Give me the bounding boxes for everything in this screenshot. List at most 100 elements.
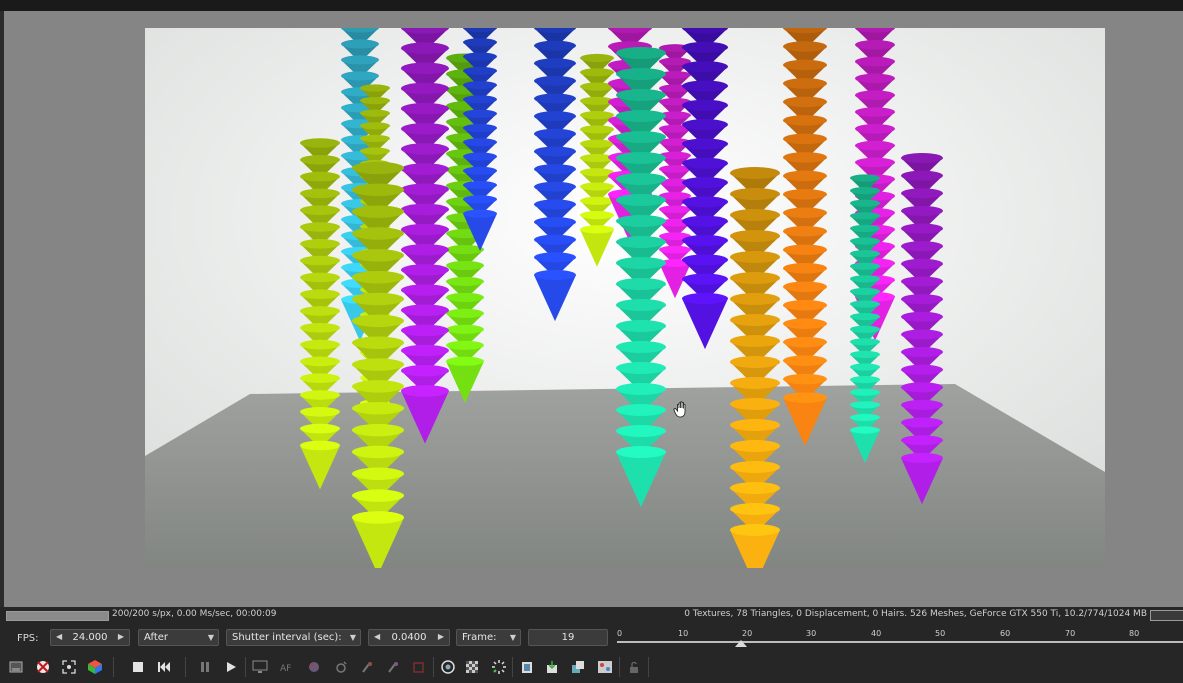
cone-rim bbox=[463, 195, 497, 204]
cone-rim bbox=[360, 134, 390, 142]
chevron-down-icon[interactable]: ▼ bbox=[510, 633, 516, 642]
cone-rim bbox=[855, 40, 895, 50]
save-image-icon[interactable] bbox=[7, 659, 25, 675]
stop-icon[interactable] bbox=[129, 659, 147, 675]
shutter-increment-icon[interactable]: ▶ bbox=[438, 632, 444, 641]
cone-rim bbox=[463, 138, 497, 147]
fps-spinbox[interactable]: ◀ 24.000 ▶ bbox=[50, 629, 130, 646]
render-scene[interactable] bbox=[145, 28, 1105, 568]
cone-rim bbox=[901, 347, 943, 358]
cone-rim bbox=[352, 336, 404, 349]
cone-rim bbox=[401, 264, 449, 276]
cone-rim bbox=[901, 452, 943, 463]
cone-rim bbox=[463, 81, 497, 90]
timeline-tick: 60 bbox=[1000, 629, 1011, 638]
cone-rim bbox=[352, 292, 404, 306]
clipboard-icon[interactable] bbox=[518, 659, 536, 675]
cone-rim bbox=[360, 109, 390, 117]
cone-rim bbox=[580, 211, 614, 220]
cone-rim bbox=[580, 53, 614, 63]
cone-rim bbox=[352, 270, 404, 284]
lock-camera-icon[interactable] bbox=[439, 659, 457, 675]
region-icon[interactable] bbox=[410, 659, 428, 675]
play-icon[interactable] bbox=[222, 659, 240, 675]
focus-picker-icon[interactable] bbox=[358, 659, 376, 675]
pause-icon[interactable] bbox=[196, 659, 214, 675]
color-wheel-icon[interactable] bbox=[305, 659, 323, 675]
cone-rim bbox=[446, 276, 484, 286]
cone-rim bbox=[901, 364, 943, 375]
timeline-tick: 50 bbox=[935, 629, 946, 638]
cone-rim bbox=[616, 173, 666, 185]
af-icon[interactable]: AF bbox=[278, 659, 296, 675]
export-icon[interactable] bbox=[543, 659, 561, 675]
cone-rim bbox=[446, 308, 484, 318]
cone-rim bbox=[783, 207, 827, 219]
timeline-slider[interactable]: 0 10 20 30 40 50 60 70 80 bbox=[617, 629, 1183, 650]
display-icon[interactable] bbox=[251, 659, 269, 675]
frame-label[interactable]: Frame: bbox=[462, 632, 497, 643]
cone-rim bbox=[300, 205, 340, 215]
cone-rim bbox=[901, 205, 943, 216]
cone-rim bbox=[901, 188, 943, 199]
cone-rim bbox=[682, 61, 728, 73]
settings-icon[interactable] bbox=[596, 659, 614, 675]
alpha-checker-icon[interactable] bbox=[463, 659, 481, 675]
title-bar bbox=[0, 0, 1183, 11]
cone-rim bbox=[300, 356, 340, 367]
cone-rim bbox=[783, 262, 827, 274]
cone-rim bbox=[341, 55, 379, 65]
cone-rim bbox=[850, 350, 880, 358]
render-progress-fill bbox=[7, 612, 108, 620]
frame-input[interactable]: 19 bbox=[528, 629, 608, 646]
cone-rim bbox=[901, 417, 943, 428]
chevron-down-icon[interactable]: ▼ bbox=[208, 633, 214, 642]
spinner-icon[interactable] bbox=[490, 659, 508, 675]
fit-view-icon[interactable] bbox=[60, 659, 78, 675]
cone-rim bbox=[855, 73, 895, 84]
render-status-text: 200/200 s/px, 0.00 Ms/sec, 00:00:09 bbox=[112, 609, 277, 619]
cone-rim bbox=[730, 377, 780, 389]
cone-rim bbox=[300, 222, 340, 232]
clear-cache-icon[interactable] bbox=[34, 659, 52, 675]
shutter-interval-dropdown[interactable]: Shutter interval (sec): ▼ bbox=[226, 629, 361, 646]
cone-rim bbox=[463, 38, 497, 47]
cone-rim bbox=[783, 59, 827, 71]
cone-rim bbox=[901, 382, 943, 393]
cone-rim bbox=[352, 249, 404, 262]
render-viewport[interactable] bbox=[145, 28, 1105, 568]
cone-rim bbox=[300, 272, 340, 283]
cone-rim bbox=[682, 177, 728, 189]
cone-rim bbox=[616, 47, 666, 59]
motion-mode-dropdown[interactable]: After ▼ bbox=[138, 629, 219, 646]
cone-rim bbox=[901, 258, 943, 269]
camera-picker-icon[interactable] bbox=[384, 659, 402, 675]
timeline-playhead[interactable] bbox=[735, 640, 747, 647]
shutter-interval-label[interactable]: Shutter interval (sec): bbox=[232, 632, 342, 643]
rewind-icon[interactable] bbox=[155, 659, 173, 675]
cone-rim bbox=[682, 119, 728, 131]
material-picker-icon[interactable] bbox=[332, 659, 350, 675]
cone-rim bbox=[616, 236, 666, 248]
cone-rim bbox=[730, 461, 780, 473]
fps-increment-icon[interactable]: ▶ bbox=[118, 632, 124, 641]
lock-icon[interactable] bbox=[625, 659, 643, 675]
toolbar-separator bbox=[619, 657, 620, 677]
cone-rim bbox=[682, 196, 728, 208]
layers-icon[interactable] bbox=[569, 659, 587, 675]
cone-rim bbox=[682, 235, 728, 247]
motion-mode-value[interactable]: After bbox=[144, 632, 168, 643]
cone-rim bbox=[682, 99, 728, 111]
cone-rim bbox=[352, 205, 404, 218]
cone-rim bbox=[352, 161, 404, 175]
cone-rim bbox=[730, 524, 780, 536]
chevron-down-icon[interactable]: ▼ bbox=[350, 633, 356, 642]
cone-column bbox=[850, 174, 880, 463]
cone-rim bbox=[783, 318, 827, 329]
frame-dropdown[interactable]: Frame: ▼ bbox=[456, 629, 521, 646]
frame-value[interactable]: 19 bbox=[529, 632, 607, 643]
shutter-spinbox[interactable]: ◀ 0.0400 ▶ bbox=[368, 629, 450, 646]
color-cube-icon[interactable] bbox=[86, 659, 104, 675]
timeline-track[interactable] bbox=[617, 641, 1183, 643]
cone-column bbox=[580, 53, 614, 267]
